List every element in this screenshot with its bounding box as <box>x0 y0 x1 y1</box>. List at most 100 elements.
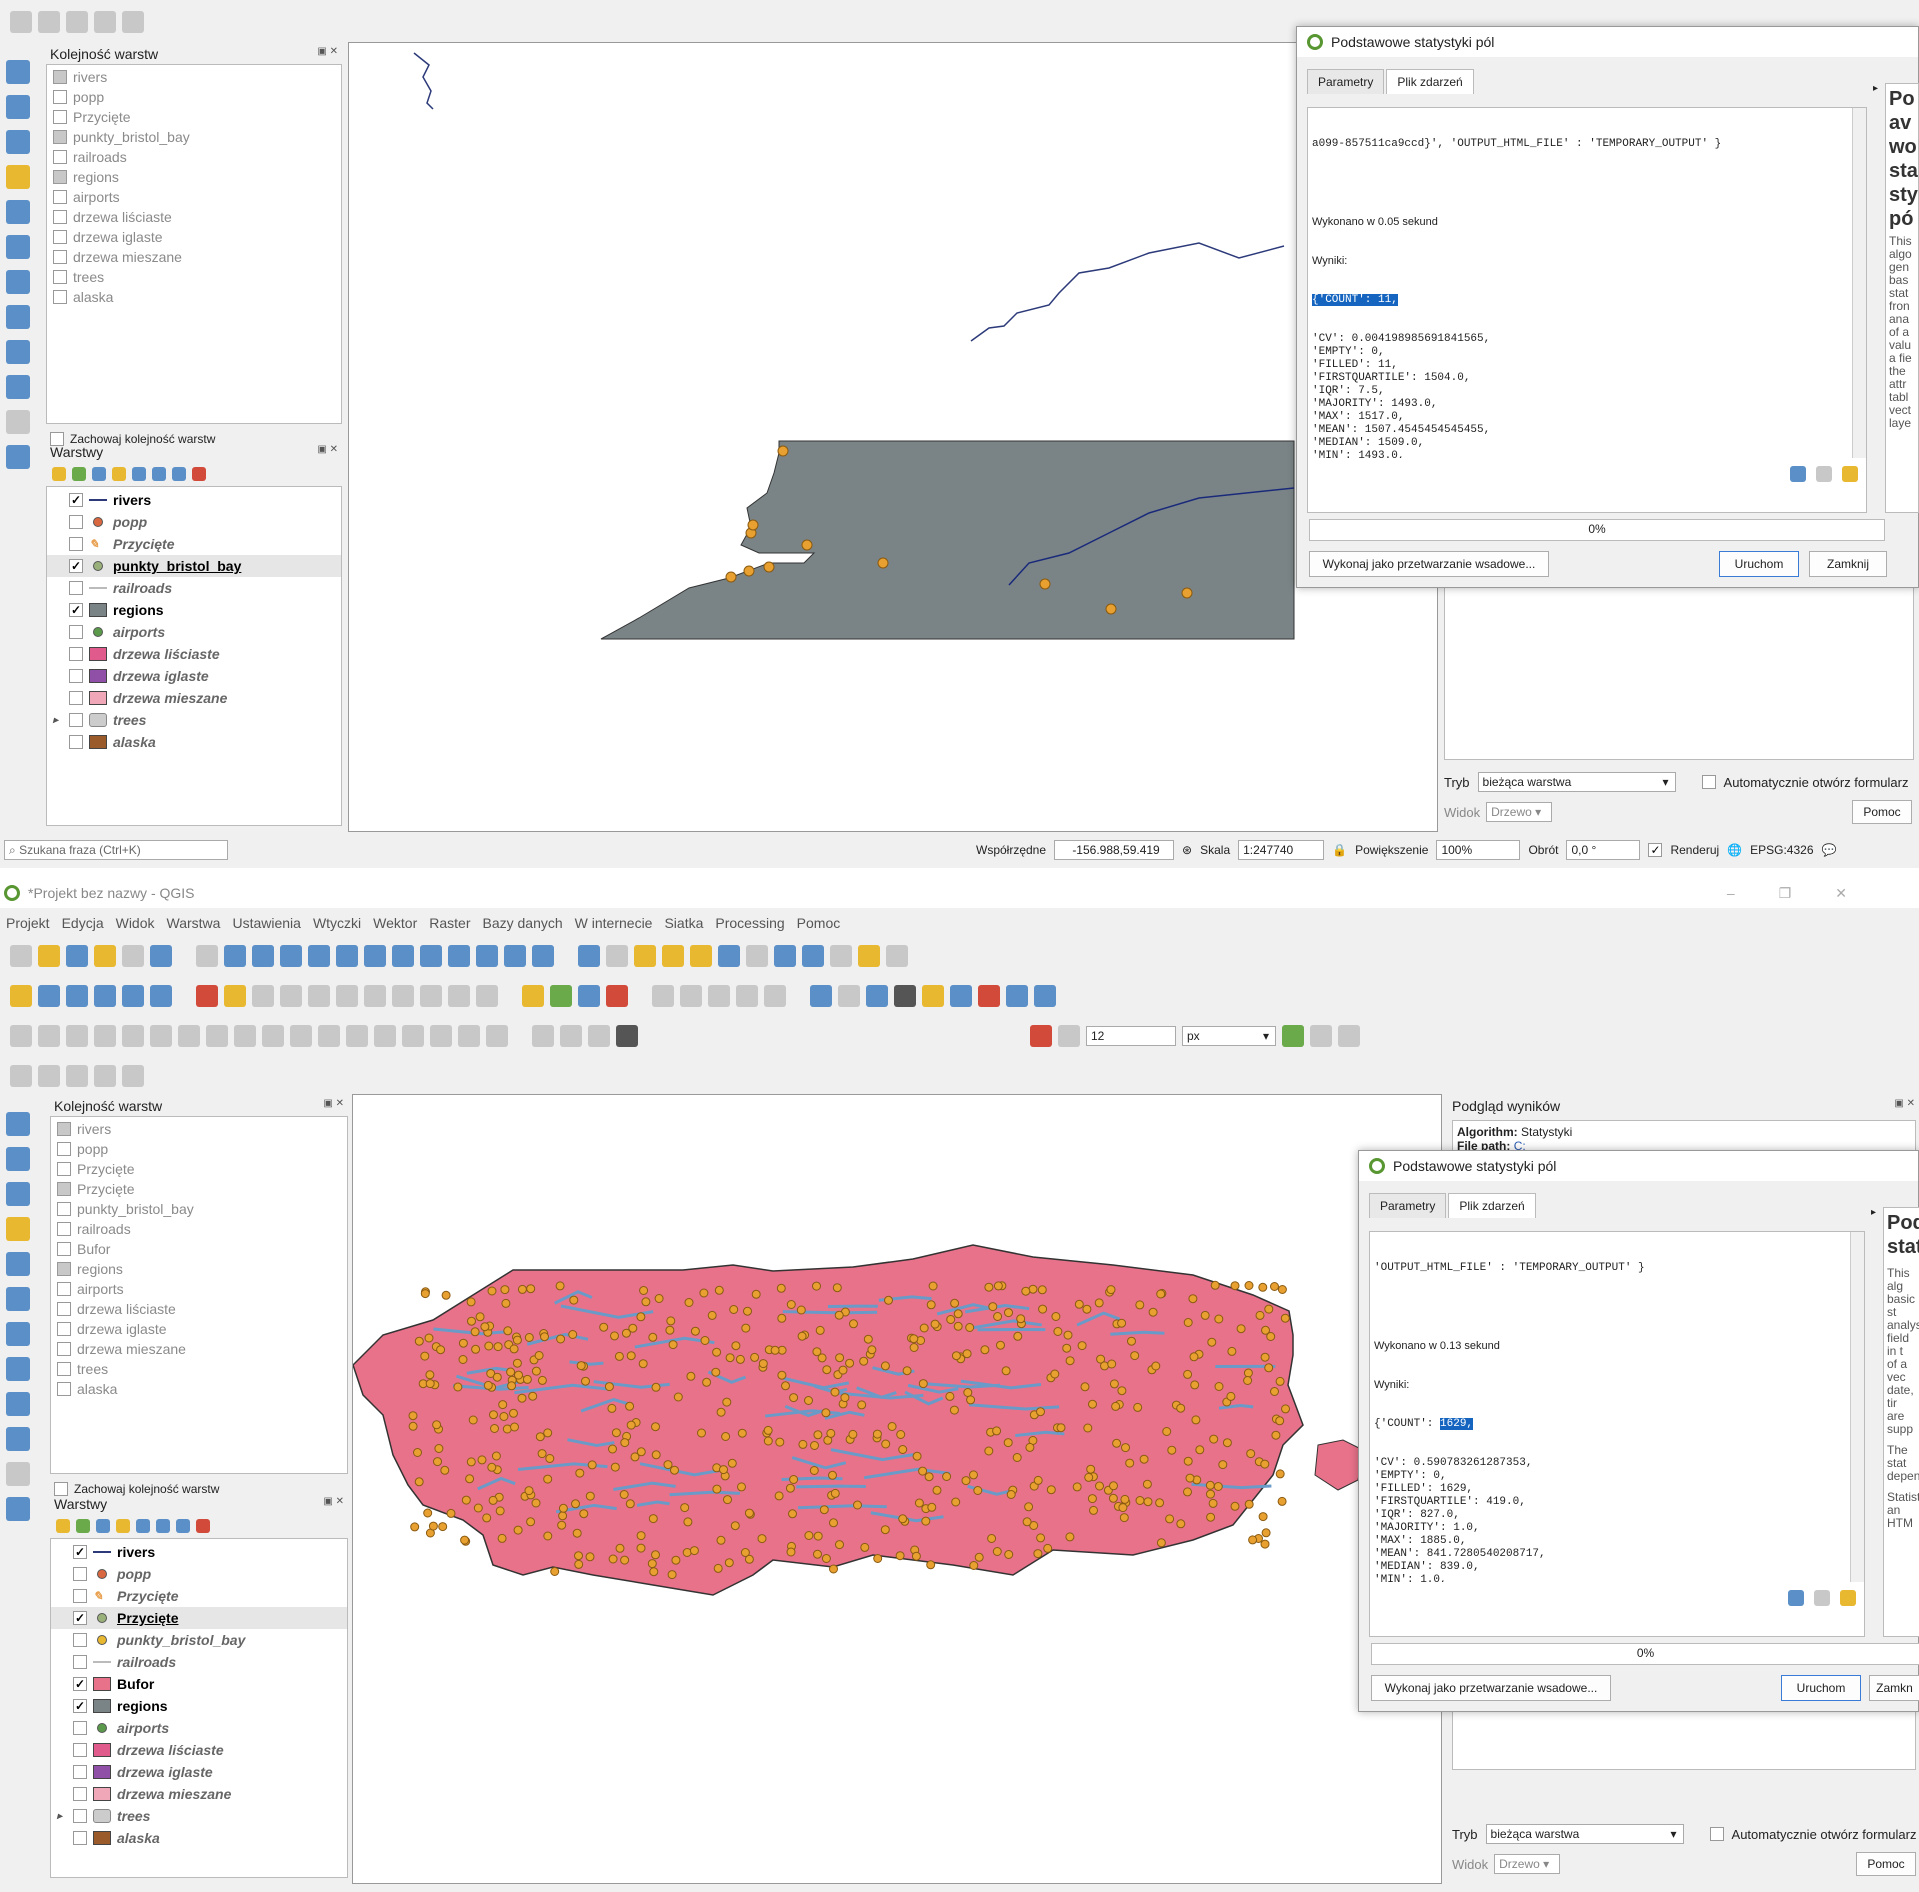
layer-tree-item[interactable]: ▸ trees <box>47 709 341 731</box>
log-scrollbar[interactable] <box>1850 1232 1864 1582</box>
offset-curve-icon[interactable] <box>290 1025 312 1047</box>
pan-to-selection-icon[interactable] <box>224 945 246 967</box>
layer-visibility-checkbox[interactable] <box>69 691 83 705</box>
layer-visibility-checkbox[interactable] <box>69 713 83 727</box>
layer-order-item[interactable]: railroads <box>47 147 341 167</box>
add-raster-icon[interactable] <box>6 1147 30 1171</box>
layer-tree-item[interactable]: ✓ rivers <box>47 489 341 511</box>
copy-icon[interactable] <box>94 1065 116 1087</box>
style-icon[interactable] <box>52 467 66 481</box>
add-wcs-icon[interactable] <box>6 375 30 399</box>
layer-order-item[interactable]: punkty_bristol_bay <box>47 127 341 147</box>
layer-visibility-checkbox[interactable] <box>69 669 83 683</box>
add-virtual-icon[interactable] <box>150 985 172 1007</box>
merge-features-icon[interactable] <box>430 1025 452 1047</box>
zoom-input[interactable]: 100% <box>1436 840 1521 860</box>
show-bookmarks-icon[interactable] <box>504 945 526 967</box>
layer-visibility-checkbox[interactable]: ✓ <box>73 1545 87 1559</box>
snap-unit-select[interactable]: px ▾ <box>1182 1026 1276 1046</box>
layer-visibility-checkbox[interactable]: ✓ <box>73 1611 87 1625</box>
help-icon[interactable] <box>950 985 972 1007</box>
layer-visibility-checkbox[interactable]: ✓ <box>69 603 83 617</box>
add-vector-icon[interactable] <box>66 985 88 1007</box>
add-postgis-icon[interactable] <box>6 1322 30 1346</box>
undo-icon[interactable] <box>10 11 32 33</box>
change-label-icon[interactable] <box>708 985 730 1007</box>
save-project-icon[interactable] <box>66 945 88 967</box>
add-mesh-icon[interactable] <box>6 130 30 154</box>
add-postgis-icon[interactable] <box>6 270 30 294</box>
new-layout-icon[interactable] <box>94 945 116 967</box>
auto-open-checkbox[interactable] <box>1701 775 1716 789</box>
copy-icon[interactable] <box>392 985 414 1007</box>
layer-order-item[interactable]: Przycięte <box>51 1179 347 1199</box>
layer-order-item[interactable]: drzewa mieszane <box>51 1339 347 1359</box>
zoom-out-icon[interactable] <box>280 945 302 967</box>
trim-extend-icon[interactable] <box>346 1025 368 1047</box>
rotate-label-icon[interactable] <box>680 985 702 1007</box>
add-group-icon[interactable] <box>72 467 86 481</box>
paste-icon[interactable] <box>420 985 442 1007</box>
label-props-icon[interactable] <box>736 985 758 1007</box>
panel-arrow-icon[interactable]: ▸ <box>1873 83 1878 94</box>
layer-visibility-checkbox[interactable] <box>69 581 83 595</box>
copy-icon[interactable] <box>94 11 116 33</box>
save-log-icon[interactable] <box>1788 1590 1804 1606</box>
add-vector-icon[interactable] <box>6 60 30 84</box>
zoom-selection-icon[interactable] <box>336 945 358 967</box>
tab-parameters[interactable]: Parametry <box>1307 69 1385 94</box>
attribute-table-icon[interactable] <box>718 945 740 967</box>
tab-log[interactable]: Plik zdarzeń <box>1386 69 1474 94</box>
style-manager-icon[interactable] <box>150 945 172 967</box>
simplify-icon[interactable] <box>94 1025 116 1047</box>
pin-label-icon[interactable] <box>578 985 600 1007</box>
run-button[interactable]: Uruchom <box>1719 551 1799 577</box>
layer-tree-item[interactable]: punkty_bristol_bay <box>51 1629 347 1651</box>
manage-map-themes-icon[interactable] <box>92 467 106 481</box>
collapse-all-icon[interactable] <box>172 467 186 481</box>
data-source-icon[interactable] <box>10 985 32 1007</box>
crs-button[interactable]: EPSG:4326 <box>1750 843 1813 857</box>
magnet-icon[interactable] <box>1030 1025 1052 1047</box>
delete-icon[interactable] <box>336 985 358 1007</box>
remove-layer-icon[interactable] <box>192 467 206 481</box>
add-part-icon[interactable] <box>150 1025 172 1047</box>
add-delimited-icon[interactable] <box>6 165 30 189</box>
layer-visibility-checkbox[interactable] <box>69 515 83 529</box>
layer-tree-item[interactable]: ✓ regions <box>51 1695 347 1717</box>
new-bookmark-icon[interactable] <box>476 945 498 967</box>
lock-icon[interactable]: 🔒 <box>1332 843 1347 857</box>
clear-log-icon[interactable] <box>1840 1590 1856 1606</box>
clear-log-icon[interactable] <box>1842 466 1858 482</box>
dock-buttons-icon[interactable]: ▣ ✕ <box>1894 1098 1915 1112</box>
layer-visibility-checkbox[interactable] <box>69 735 83 749</box>
layer-tree-item[interactable]: airports <box>51 1717 347 1739</box>
layer-visibility-checkbox[interactable] <box>73 1831 87 1845</box>
layer-visibility-checkbox[interactable] <box>69 647 83 661</box>
move-feature-icon[interactable] <box>38 1025 60 1047</box>
zoom-last-icon[interactable] <box>420 945 442 967</box>
layer-tree-item[interactable]: drzewa liściaste <box>47 643 341 665</box>
refresh-icon[interactable] <box>532 945 554 967</box>
window-controls[interactable]: –❐✕ <box>1727 885 1891 902</box>
split-parts-icon[interactable] <box>402 1025 424 1047</box>
measure-icon[interactable] <box>830 945 852 967</box>
menu-item[interactable]: Pomoc <box>797 915 841 931</box>
layer-order-item[interactable]: regions <box>51 1259 347 1279</box>
rotate-symbols-icon[interactable] <box>486 1025 508 1047</box>
layer-order-item[interactable]: trees <box>47 267 341 287</box>
style-icon[interactable] <box>56 1519 70 1533</box>
layer-visibility-checkbox[interactable] <box>69 625 83 639</box>
expand-arrow-icon[interactable]: ▸ <box>57 1811 67 1822</box>
show-label-icon[interactable] <box>606 985 628 1007</box>
view-select[interactable]: Drzewo ▾ <box>1486 802 1553 822</box>
layer-tree-item[interactable]: popp <box>51 1563 347 1585</box>
layer-visibility-checkbox[interactable] <box>73 1721 87 1735</box>
layer-order-item[interactable]: popp <box>51 1139 347 1159</box>
new-layer-icon[interactable] <box>6 410 30 434</box>
layer-tree-item[interactable]: ✓ Przycięte <box>51 1607 347 1629</box>
snapping-tool-icon[interactable] <box>560 1025 582 1047</box>
close-button[interactable]: Zamkn <box>1869 1675 1919 1701</box>
add-feature-icon[interactable] <box>280 985 302 1007</box>
grid-icon[interactable] <box>588 1025 610 1047</box>
